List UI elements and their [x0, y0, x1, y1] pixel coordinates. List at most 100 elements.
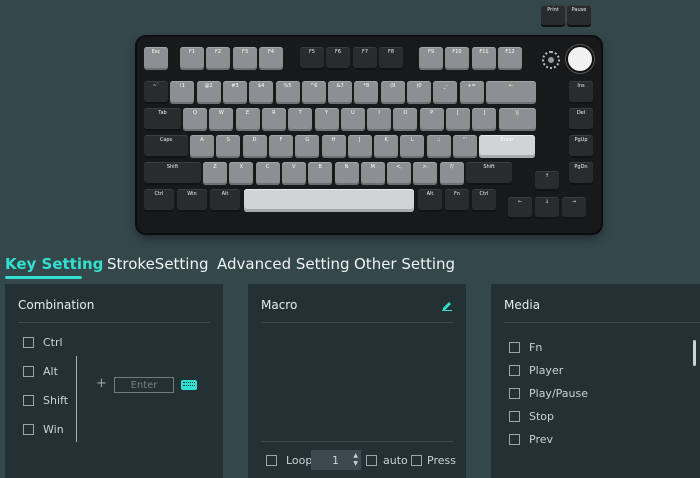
media-item-play-pause[interactable]: Play/Pause [509, 387, 588, 400]
key-row2[interactable]: R [261, 108, 286, 131]
checkbox[interactable] [411, 455, 422, 466]
key-row4[interactable]: ?/ [439, 162, 464, 185]
key-backspace[interactable]: ← [485, 81, 536, 104]
key-row2[interactable]: O [393, 108, 418, 131]
key-row2[interactable]: Y [314, 108, 339, 131]
volume-knob[interactable] [568, 47, 592, 71]
media-item-prev[interactable]: Prev [509, 433, 553, 446]
key-enter[interactable]: Enter [479, 135, 536, 158]
key-row1[interactable]: (9 [380, 81, 405, 104]
key-row3[interactable]: F [268, 135, 293, 158]
key-print[interactable]: Print [541, 5, 565, 27]
key-right-ctrl[interactable]: Ctrl [472, 189, 496, 212]
media-item-stop[interactable]: Stop [509, 410, 554, 423]
key-row2[interactable]: ] [472, 108, 497, 131]
key-row2[interactable]: Q [183, 108, 207, 131]
checkbox[interactable] [509, 388, 520, 399]
media-item-player[interactable]: Player [509, 364, 563, 377]
tab-key-setting[interactable]: Key Setting [5, 255, 103, 273]
checkbox[interactable] [23, 366, 34, 377]
key-tab[interactable]: Tab [144, 108, 181, 131]
key-left-shift[interactable]: Shift [144, 162, 201, 185]
macro-auto-option[interactable]: auto [366, 454, 408, 467]
macro-list-area[interactable] [261, 324, 453, 439]
key-left-alt[interactable]: Alt [210, 189, 240, 212]
key-right-alt[interactable]: Alt [418, 189, 442, 212]
key-row1[interactable]: $4 [249, 81, 274, 104]
key-arrow-up[interactable]: ↑ [535, 171, 559, 191]
key-row4[interactable]: C [255, 162, 280, 185]
key-row3[interactable]: K [374, 135, 399, 158]
modifier-alt[interactable]: Alt [23, 365, 58, 378]
key-row2[interactable]: I [367, 108, 392, 131]
modifier-shift[interactable]: Shift [23, 394, 68, 407]
key-f7[interactable]: F7 [353, 47, 377, 70]
key-row3[interactable]: H [321, 135, 346, 158]
key-row3[interactable]: L [400, 135, 425, 158]
key-row4[interactable]: X [229, 162, 254, 185]
checkbox[interactable] [266, 455, 277, 466]
checkbox[interactable] [366, 455, 377, 466]
key-left-ctrl[interactable]: Ctrl [144, 189, 174, 212]
key-row2[interactable]: [ [446, 108, 470, 131]
key-nav-pgdn[interactable]: PgDn [569, 162, 593, 185]
tab-other-setting[interactable]: Other Setting [354, 255, 455, 273]
tab-advanced-setting[interactable]: Advanced Setting [217, 255, 350, 273]
key-f5[interactable]: F5 [300, 47, 324, 70]
key-nav-ins[interactable]: Ins [569, 81, 593, 104]
media-item-fn[interactable]: Fn [509, 341, 542, 354]
macro-loop-option[interactable]: Loop [266, 454, 312, 467]
rgb-gear-icon[interactable] [542, 51, 560, 69]
key-f8[interactable]: F8 [379, 47, 403, 70]
key-arrow-left[interactable]: ← [508, 197, 532, 219]
checkbox[interactable] [23, 337, 34, 348]
key-backslash[interactable]: \| [498, 108, 536, 131]
key-row1[interactable]: %5 [275, 81, 300, 104]
key-row4[interactable]: B [308, 162, 333, 185]
key-row3[interactable]: G [295, 135, 320, 158]
stepper-arrows-icon[interactable]: ▲ ▼ [353, 452, 358, 468]
checkbox[interactable] [23, 424, 34, 435]
key-f12[interactable]: F12 [498, 47, 522, 70]
key-caps[interactable]: Caps [144, 135, 188, 158]
key-nav-pgup[interactable]: PgUp [569, 135, 593, 158]
key-f11[interactable]: F11 [472, 47, 496, 70]
key-f4[interactable]: F4 [259, 47, 283, 70]
key-row3[interactable]: :; [426, 135, 451, 158]
edit-icon[interactable] [441, 299, 453, 311]
key-row3[interactable]: S [216, 135, 241, 158]
key-win[interactable]: Win [177, 189, 207, 212]
checkbox[interactable] [23, 395, 34, 406]
key-f2[interactable]: F2 [206, 47, 230, 70]
key-row3[interactable]: J [347, 135, 372, 158]
key-nav-del[interactable]: Del [569, 108, 593, 131]
key-row1[interactable]: !1 [170, 81, 195, 104]
key-f10[interactable]: F10 [445, 47, 469, 70]
key-f3[interactable]: F3 [233, 47, 257, 70]
key-row1[interactable]: ~` [144, 81, 168, 104]
key-row4[interactable]: M [360, 162, 385, 185]
key-row1[interactable]: @2 [196, 81, 221, 104]
key-space[interactable] [244, 189, 414, 212]
key-row4[interactable]: >. [413, 162, 438, 185]
key-row2[interactable]: W [209, 108, 234, 131]
keyboard-icon[interactable] [181, 380, 197, 390]
key-f1[interactable]: F1 [180, 47, 204, 70]
key-row2[interactable]: E [235, 108, 260, 131]
modifier-ctrl[interactable]: Ctrl [23, 336, 63, 349]
key-arrow-right[interactable]: → [562, 197, 586, 219]
key-f9[interactable]: F9 [419, 47, 443, 70]
modifier-win[interactable]: Win [23, 423, 64, 436]
key-row1[interactable]: _- [433, 81, 458, 104]
checkbox[interactable] [509, 365, 520, 376]
key-pause[interactable]: Pause [567, 5, 591, 27]
tab-stroke-setting[interactable]: StrokeSetting [107, 255, 209, 273]
key-row1[interactable]: *8 [354, 81, 379, 104]
key-row3[interactable]: "' [453, 135, 477, 158]
key-row2[interactable]: U [340, 108, 365, 131]
macro-press-option[interactable]: Press [411, 454, 456, 467]
key-row1[interactable]: += [459, 81, 484, 104]
checkbox[interactable] [509, 434, 520, 445]
checkbox[interactable] [509, 342, 520, 353]
key-row4[interactable]: N [334, 162, 359, 185]
